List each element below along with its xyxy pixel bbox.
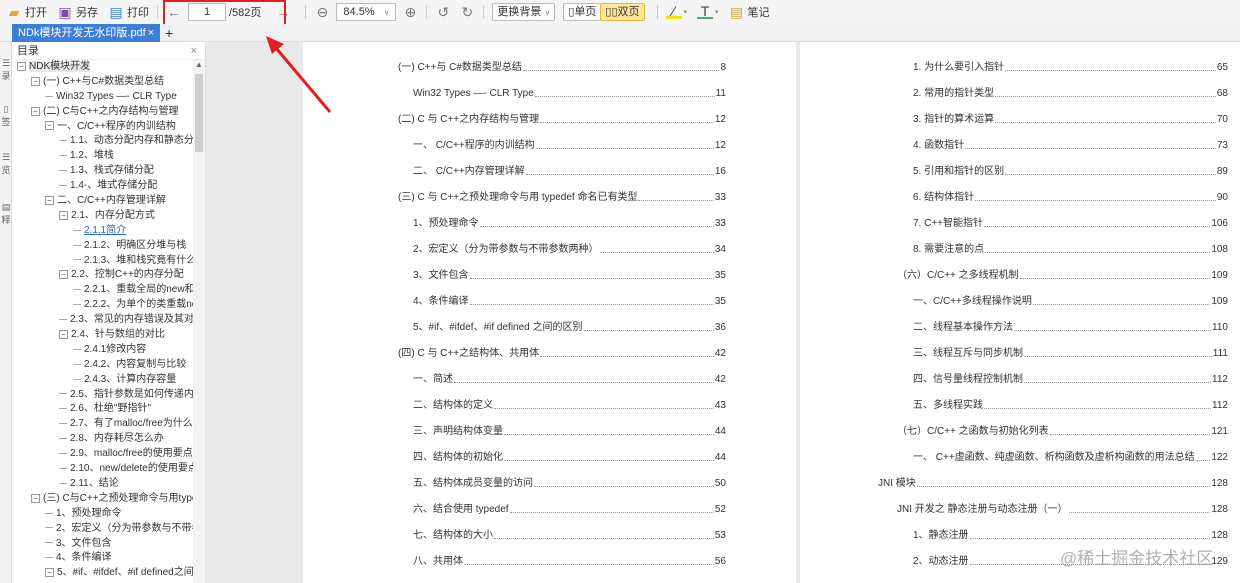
watermark: @稀土掘金技术社区: [1060, 549, 1214, 568]
red-arrow: [266, 36, 332, 113]
